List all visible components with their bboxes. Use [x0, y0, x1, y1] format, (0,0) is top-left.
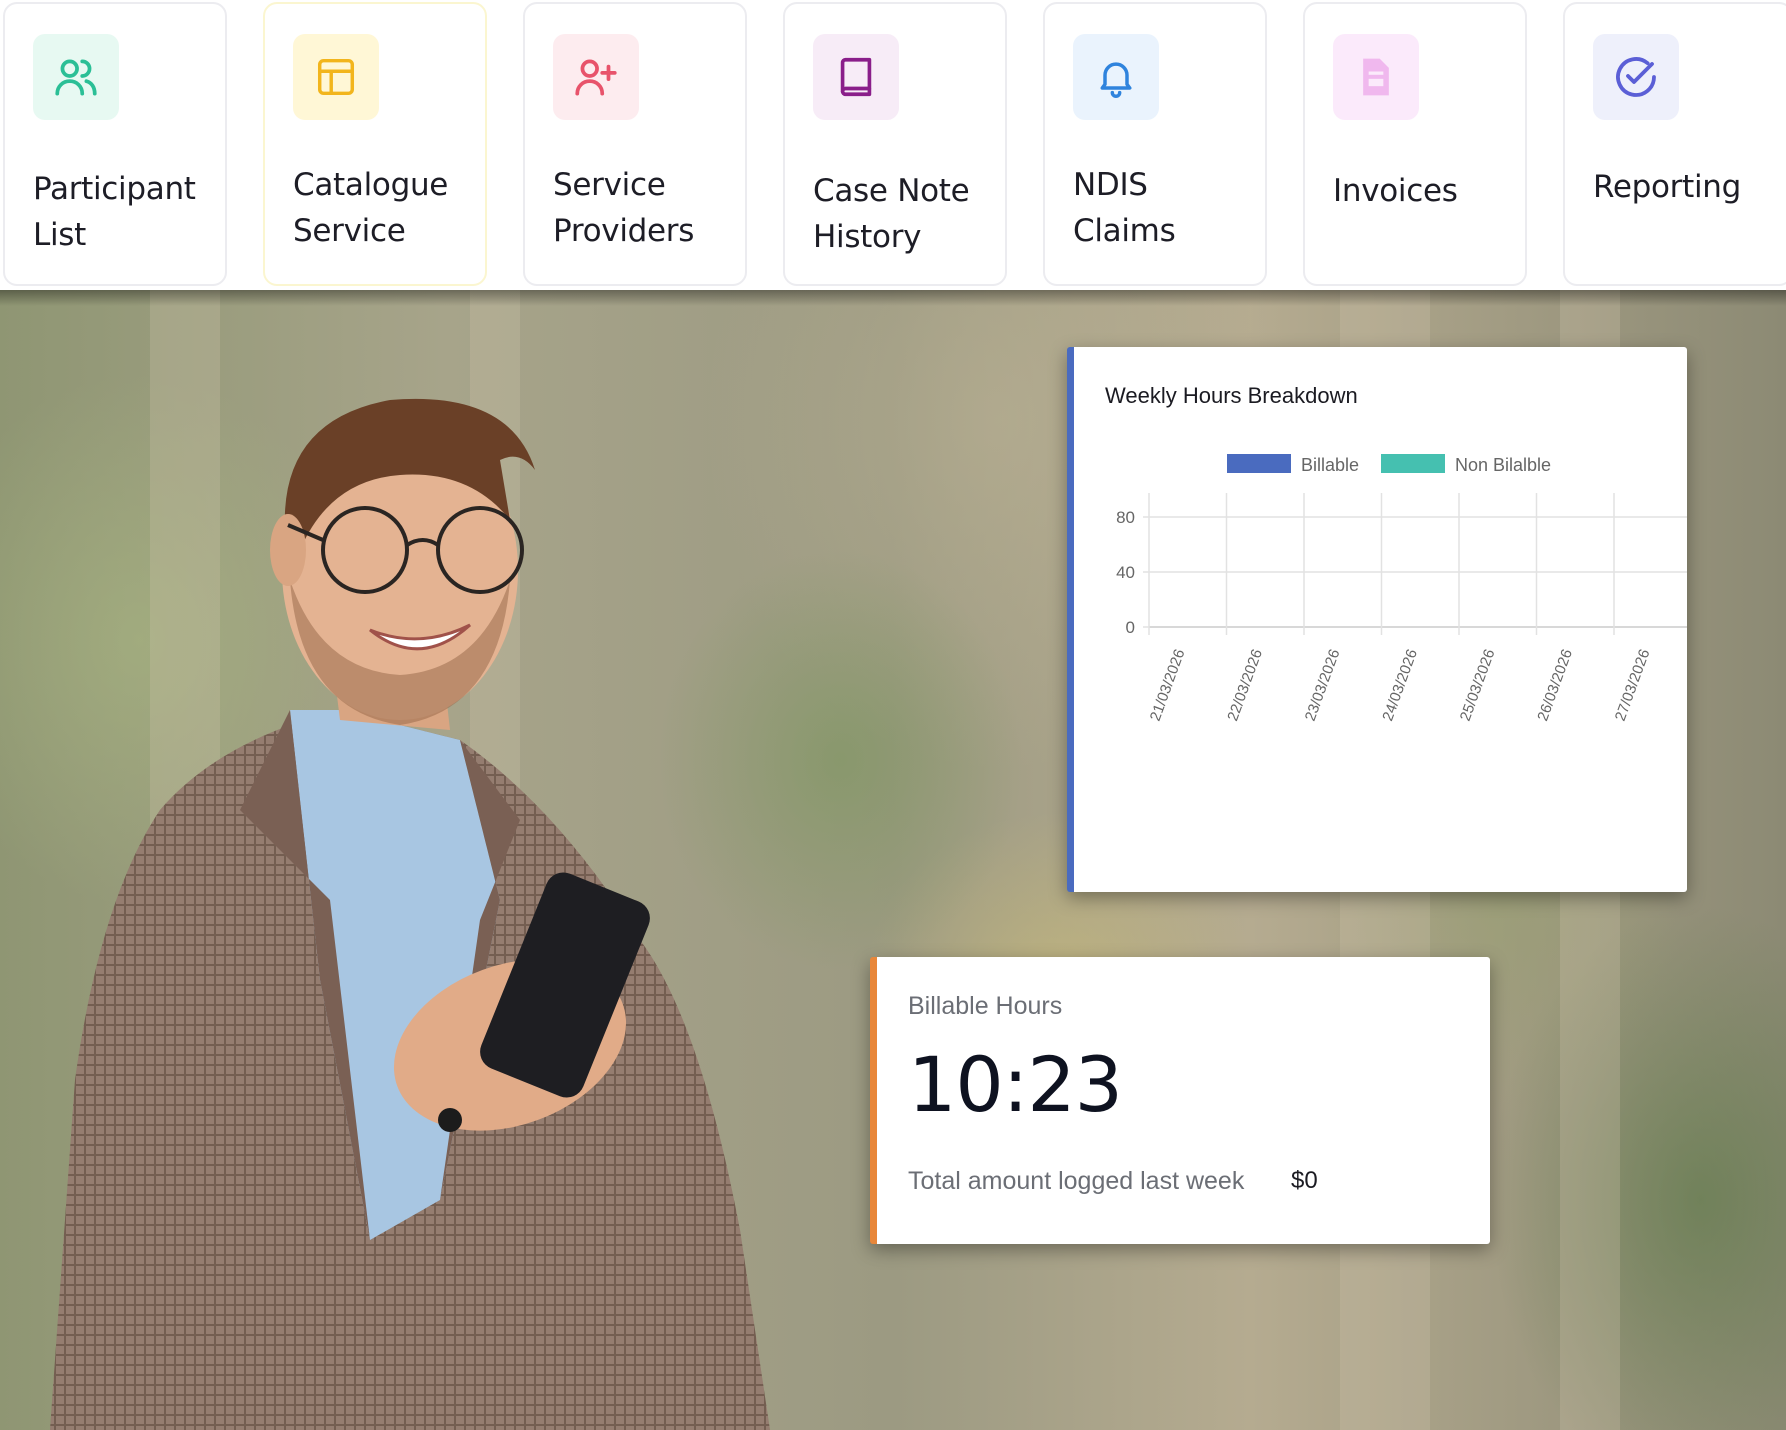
users-icon — [33, 34, 119, 120]
weekly-hours-chart: Billable Non Bilalble 80 40 0 21/03/2026 22/03… — [1116, 454, 1687, 723]
nav-card-label: Reporting — [1593, 169, 1742, 205]
person-photo — [50, 398, 770, 1430]
nav-card-participant-list[interactable]: Participant List — [3, 2, 227, 286]
legend-swatch — [1227, 454, 1291, 473]
nav-card-label: Participant List — [33, 171, 196, 253]
billable-hours-label: Billable Hours — [908, 992, 1063, 1020]
x-tick-label: 24/03/2026 — [1379, 647, 1421, 723]
legend-label: Billable — [1301, 455, 1359, 475]
layout-icon — [293, 34, 379, 120]
total-amount-label: Total amount logged last week — [908, 1167, 1245, 1195]
nav-card-label: Case Note History — [813, 173, 970, 255]
feature-nav: Participant List Catalogue Service Service… — [0, 0, 1786, 290]
y-tick-label: 80 — [1116, 508, 1135, 527]
legend-label: Non Bilalble — [1455, 455, 1551, 475]
nav-card-label: NDIS Claims — [1073, 167, 1176, 249]
check-circle-icon — [1593, 34, 1679, 120]
nav-card-ndis-claims[interactable]: NDIS Claims — [1043, 2, 1267, 286]
x-tick-label: 21/03/2026 — [1147, 647, 1189, 723]
document-icon — [1333, 34, 1419, 120]
x-tick-label: 27/03/2026 — [1612, 647, 1654, 723]
total-amount-value: $0 — [1291, 1167, 1318, 1194]
nav-card-label: Invoices — [1333, 173, 1458, 209]
y-tick-label: 40 — [1116, 563, 1135, 582]
x-tick-label: 26/03/2026 — [1534, 647, 1576, 723]
billable-hours-value: 10:23 — [908, 1040, 1123, 1129]
nav-card-reporting[interactable]: Reporting — [1563, 2, 1786, 286]
y-tick-label: 0 — [1126, 618, 1135, 637]
chart-title: Weekly Hours Breakdown — [1105, 383, 1358, 408]
x-tick-label: 25/03/2026 — [1457, 647, 1499, 723]
weekly-hours-chart-card: Billable Non Bilalble 80 40 0 21/03/2026 22/03… — [1067, 347, 1687, 892]
nav-card-service-providers[interactable]: Service Providers — [523, 2, 747, 286]
user-plus-icon — [553, 34, 639, 120]
nav-card-label: Service Providers — [553, 167, 695, 249]
x-tick-label: 23/03/2026 — [1302, 647, 1344, 723]
bell-icon — [1073, 34, 1159, 120]
x-tick-label: 22/03/2026 — [1224, 647, 1266, 723]
book-icon — [813, 34, 899, 120]
legend-swatch — [1381, 454, 1445, 473]
nav-card-catalogue-service[interactable]: Catalogue Service — [263, 2, 487, 286]
nav-card-case-note-history[interactable]: Case Note History — [783, 2, 1007, 286]
billable-hours-card: Billable Hours 10:23 Total amount logged… — [870, 957, 1490, 1244]
nav-card-label: Catalogue Service — [293, 167, 449, 249]
nav-card-invoices[interactable]: Invoices — [1303, 2, 1527, 286]
